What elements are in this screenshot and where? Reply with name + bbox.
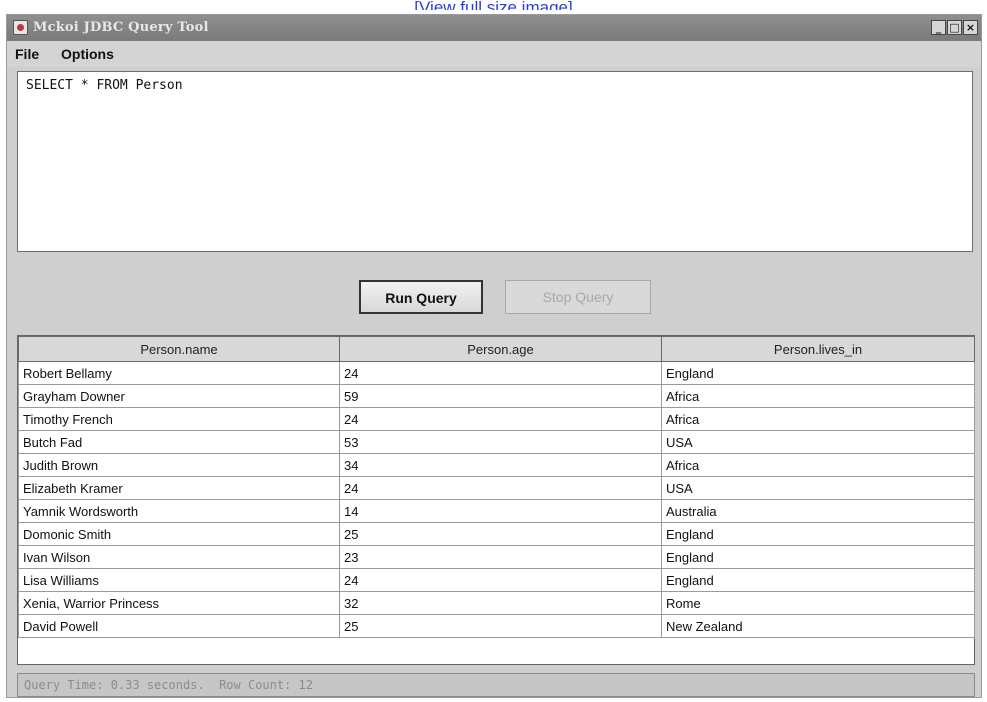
cell-lives-in[interactable]: England	[661, 568, 975, 592]
table-row[interactable]: David Powell 25 New Zealand	[18, 614, 975, 638]
table-row[interactable]: Domonic Smith 25 England	[18, 522, 975, 546]
window-title: Mckoi JDBC Query Tool	[33, 20, 209, 35]
cell-name[interactable]: Yamnik Wordsworth	[18, 499, 340, 523]
app-icon	[13, 20, 28, 35]
cell-age[interactable]: 59	[339, 384, 662, 408]
cell-name[interactable]: Robert Bellamy	[18, 361, 340, 385]
cell-age[interactable]: 53	[339, 430, 662, 454]
cell-age[interactable]: 25	[339, 522, 662, 546]
table-row[interactable]: Butch Fad 53 USA	[18, 430, 975, 454]
stop-query-button: Stop Query	[505, 280, 651, 314]
results-table: Person.name Person.age Person.lives_in R…	[18, 336, 975, 638]
table-row[interactable]: Lisa Williams 24 England	[18, 568, 975, 592]
cell-lives-in[interactable]: Australia	[661, 499, 975, 523]
view-full-size-link-text[interactable]: [View full size image]	[414, 0, 572, 10]
cell-lives-in[interactable]: England	[661, 545, 975, 569]
close-icon[interactable]: ×	[963, 20, 978, 35]
cell-name[interactable]: Butch Fad	[18, 430, 340, 454]
cell-age[interactable]: 32	[339, 591, 662, 615]
cell-lives-in[interactable]: England	[661, 361, 975, 385]
button-panel: Run Query Stop Query	[17, 255, 973, 325]
table-row[interactable]: Ivan Wilson 23 England	[18, 545, 975, 569]
status-bar: Query Time: 0.33 seconds. Row Count: 12	[17, 673, 975, 697]
cell-age[interactable]: 24	[339, 407, 662, 431]
menu-file[interactable]: File	[15, 46, 39, 62]
table-row[interactable]: Timothy French 24 Africa	[18, 407, 975, 431]
cell-age[interactable]: 23	[339, 545, 662, 569]
column-header-lives-in[interactable]: Person.lives_in	[661, 336, 975, 362]
cell-name[interactable]: Timothy French	[18, 407, 340, 431]
cell-age[interactable]: 34	[339, 453, 662, 477]
cell-lives-in[interactable]: Africa	[661, 453, 975, 477]
table-row[interactable]: Judith Brown 34 Africa	[18, 453, 975, 477]
table-row[interactable]: Elizabeth Kramer 24 USA	[18, 476, 975, 500]
cell-name[interactable]: Grayham Downer	[18, 384, 340, 408]
cell-name[interactable]: Lisa Williams	[18, 568, 340, 592]
cell-name[interactable]: Elizabeth Kramer	[18, 476, 340, 500]
cell-lives-in[interactable]: Africa	[661, 384, 975, 408]
minimize-icon[interactable]: _	[931, 20, 946, 35]
cell-lives-in[interactable]: USA	[661, 476, 975, 500]
column-header-age[interactable]: Person.age	[339, 336, 662, 362]
cell-name[interactable]: David Powell	[18, 614, 340, 638]
menu-options[interactable]: Options	[61, 46, 114, 62]
maximize-icon[interactable]: □	[947, 20, 962, 35]
table-row[interactable]: Grayham Downer 59 Africa	[18, 384, 975, 408]
results-table-panel: Person.name Person.age Person.lives_in R…	[17, 335, 975, 665]
view-full-size-link[interactable]: [View full size image]	[0, 0, 987, 10]
table-row[interactable]: Robert Bellamy 24 England	[18, 361, 975, 385]
cell-age[interactable]: 14	[339, 499, 662, 523]
cell-name[interactable]: Judith Brown	[18, 453, 340, 477]
table-row[interactable]: Xenia, Warrior Princess 32 Rome	[18, 591, 975, 615]
table-row[interactable]: Yamnik Wordsworth 14 Australia	[18, 499, 975, 523]
column-header-name[interactable]: Person.name	[18, 336, 340, 362]
table-header-row: Person.name Person.age Person.lives_in	[18, 336, 975, 362]
menu-bar: File Options	[7, 41, 981, 67]
cell-age[interactable]: 24	[339, 361, 662, 385]
cell-age[interactable]: 25	[339, 614, 662, 638]
cell-age[interactable]: 24	[339, 568, 662, 592]
run-query-button[interactable]: Run Query	[359, 280, 483, 314]
cell-age[interactable]: 24	[339, 476, 662, 500]
title-bar[interactable]: Mckoi JDBC Query Tool _ □ ×	[7, 15, 981, 41]
cell-lives-in[interactable]: New Zealand	[661, 614, 975, 638]
query-tool-window: Mckoi JDBC Query Tool _ □ × File Options…	[6, 14, 982, 698]
cell-lives-in[interactable]: USA	[661, 430, 975, 454]
cell-lives-in[interactable]: England	[661, 522, 975, 546]
cell-name[interactable]: Xenia, Warrior Princess	[18, 591, 340, 615]
cell-name[interactable]: Domonic Smith	[18, 522, 340, 546]
cell-lives-in[interactable]: Rome	[661, 591, 975, 615]
query-editor[interactable]: SELECT * FROM Person	[17, 71, 973, 252]
cell-name[interactable]: Ivan Wilson	[18, 545, 340, 569]
cell-lives-in[interactable]: Africa	[661, 407, 975, 431]
